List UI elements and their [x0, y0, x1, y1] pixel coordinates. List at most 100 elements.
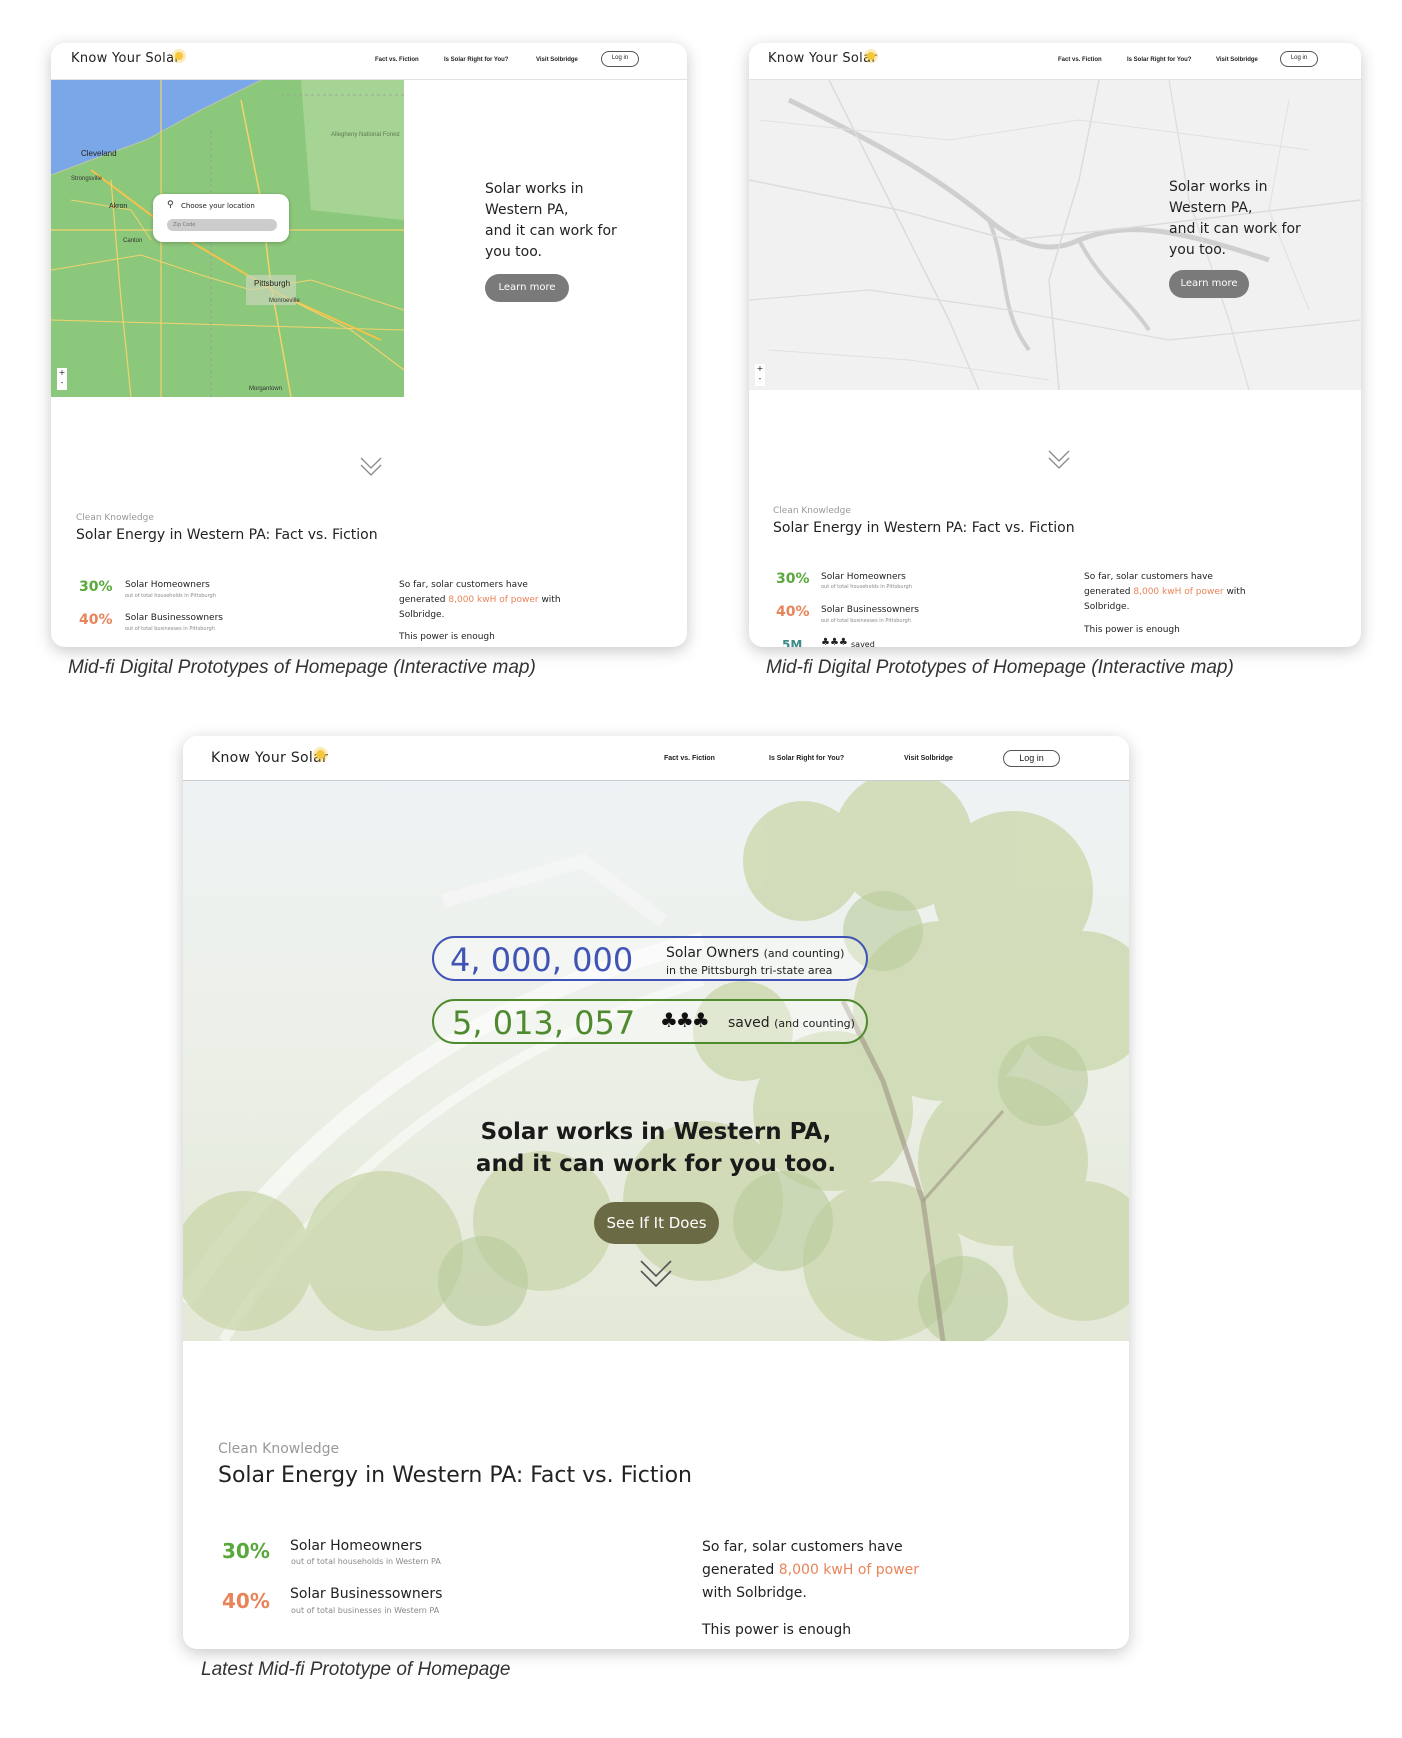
learn-more-button[interactable]: Learn more [485, 274, 569, 302]
solar-owners-label-text: Solar Owners [666, 945, 760, 961]
stat-business-pct: 40% [79, 612, 113, 628]
tree-icons: ♣♣♣ [660, 1008, 710, 1032]
stat-business-sub: out of total businesses in Pittsburgh [125, 626, 215, 632]
stat-homeowners-label: Solar Homeowners [821, 572, 906, 582]
generated-power-text: So far, solar customers have generated 8… [399, 578, 569, 623]
stat-business-sub: out of total businesses in Pittsburgh [821, 618, 911, 624]
nav-fact-fiction[interactable]: Fact vs. Fiction [664, 755, 715, 762]
nav-fact-fiction[interactable]: Fact vs. Fiction [375, 57, 419, 63]
power-enough-text: This power is enough [1084, 625, 1180, 635]
map-label-monroeville: Monroeville [269, 298, 300, 304]
hero-background-image [183, 781, 1129, 1341]
map-label-strongsville: Strongsville [71, 176, 103, 182]
interactive-map[interactable]: Cleveland Strongsville Akron Canton Pitt… [51, 80, 404, 397]
map-label-pittsburgh: Pittsburgh [254, 279, 290, 288]
para-suffix: with Solbridge. [702, 1585, 807, 1601]
location-card[interactable]: ⚲ Choose your location Zip Code [153, 194, 289, 242]
prototype-1-card: Know Your Solar Fact vs. Fiction Is Sola… [51, 43, 687, 647]
tree-photo-graphic [183, 781, 1129, 1341]
sun-icon [867, 52, 875, 60]
trees-saved-label: saved (and counting) [728, 1015, 855, 1031]
solar-owners-counter: 4, 000, 000 Solar Owners (and counting) … [432, 936, 868, 981]
zoom-control[interactable]: + - [57, 368, 67, 390]
nav-solar-right[interactable]: Is Solar Right for You? [769, 755, 844, 762]
stat-trees-label: saved [851, 640, 875, 647]
login-button[interactable]: Log in [1280, 51, 1318, 67]
nav-visit-solbridge[interactable]: Visit Solbridge [1216, 57, 1258, 63]
brand-logo[interactable]: Know Your Solar [71, 51, 180, 66]
see-if-it-does-button[interactable]: See If It Does [594, 1202, 719, 1244]
zoom-out-button[interactable]: - [755, 374, 765, 384]
header: Know Your Solar Fact vs. Fiction Is Sola… [749, 43, 1361, 80]
brand-logo[interactable]: Know Your Solar [211, 750, 328, 766]
nav-solar-right[interactable]: Is Solar Right for You? [444, 57, 508, 63]
hero-line-1: Solar works in Western PA, [480, 1119, 832, 1145]
stat-homeowners-label: Solar Homeowners [125, 580, 210, 590]
map-label-morgantown: Morgantown [249, 386, 282, 392]
stat-business-label: Solar Businessowners [290, 1586, 443, 1602]
para-highlight: 8,000 kwH of power [448, 595, 539, 605]
hero-line-2: and it can work for you too. [475, 1151, 837, 1177]
brand-logo[interactable]: Know Your Solar [768, 51, 877, 66]
stat-homeowners-sub: out of total households in Pittsburgh [821, 584, 912, 590]
map-label-cleveland: Cleveland [81, 149, 117, 158]
stat-business-label: Solar Businessowners [821, 605, 919, 615]
stat-business-pct: 40% [222, 1589, 270, 1613]
section-kicker: Clean Knowledge [773, 506, 851, 516]
zoom-in-button[interactable]: + [755, 364, 765, 374]
zip-input[interactable]: Zip Code [167, 219, 277, 231]
stat-trees-pct: 5M [782, 638, 803, 647]
learn-more-button[interactable]: Learn more [1169, 270, 1249, 298]
zoom-in-button[interactable]: + [57, 368, 67, 378]
power-enough-text: This power is enough [399, 632, 495, 642]
login-button[interactable]: Log in [601, 51, 639, 67]
stat-homeowners-sub: out of total households in Western PA [291, 1557, 441, 1566]
stat-business-label: Solar Businessowners [125, 613, 223, 623]
generated-power-text: So far, solar customers have generated 8… [1084, 570, 1254, 615]
section-title: Solar Energy in Western PA: Fact vs. Fic… [218, 1463, 692, 1488]
zoom-control[interactable]: + - [755, 364, 765, 386]
section-kicker: Clean Knowledge [76, 513, 154, 523]
nav-visit-solbridge[interactable]: Visit Solbridge [904, 755, 953, 762]
stat-business-pct: 40% [776, 604, 810, 620]
hero-text: Solar works in Western PA, and it can wo… [485, 181, 617, 260]
zoom-out-button[interactable]: - [57, 378, 67, 388]
caption-proto-1: Mid-fi Digital Prototypes of Homepage (I… [68, 657, 536, 678]
header: Know Your Solar Fact vs. Fiction Is Sola… [183, 736, 1129, 781]
para-highlight: 8,000 kwH of power [778, 1562, 920, 1578]
nav-solar-right[interactable]: Is Solar Right for You? [1127, 57, 1191, 63]
nav-fact-fiction[interactable]: Fact vs. Fiction [1058, 57, 1102, 63]
map-label-allegheny: Allegheny National Forest [331, 132, 400, 138]
stat-homeowners-pct: 30% [79, 579, 113, 595]
trees-saved-value: 5, 013, 057 [452, 1004, 636, 1042]
scroll-down-chevron-icon[interactable] [1047, 449, 1071, 471]
hero-headline: Solar works in Western PA, and it can wo… [183, 1116, 1129, 1180]
trees-saved-label-text: saved [728, 1015, 770, 1031]
section-title: Solar Energy in Western PA: Fact vs. Fic… [76, 527, 378, 543]
section-title: Solar Energy in Western PA: Fact vs. Fic… [773, 520, 1075, 536]
solar-owners-sub: in the Pittsburgh tri-state area [666, 964, 833, 977]
trees-saved-counter: 5, 013, 057 ♣♣♣ saved (and counting) [432, 999, 868, 1044]
location-pin-icon: ⚲ [167, 200, 174, 210]
solar-owners-label: Solar Owners (and counting) [666, 945, 844, 961]
stat-homeowners-sub: out of total households in Pittsburgh [125, 593, 216, 599]
hero-text: Solar works in Western PA, and it can wo… [1169, 179, 1301, 258]
scroll-down-chevron-icon[interactable] [359, 456, 383, 478]
sun-icon [175, 52, 183, 60]
trees-saved-label-paren: (and counting) [774, 1017, 855, 1030]
nav-visit-solbridge[interactable]: Visit Solbridge [536, 57, 578, 63]
stat-business-sub: out of total businesses in Western PA [291, 1606, 440, 1615]
header: Know Your Solar Fact vs. Fiction Is Sola… [51, 43, 687, 80]
stat-homeowners-pct: 30% [776, 571, 810, 587]
solar-owners-value: 4, 000, 000 [450, 941, 634, 979]
map-label-akron: Akron [109, 203, 127, 210]
prototype-3-card: Know Your Solar Fact vs. Fiction Is Sola… [183, 736, 1129, 1649]
login-button[interactable]: Log in [1003, 750, 1060, 767]
section-kicker: Clean Knowledge [218, 1441, 340, 1457]
scroll-down-chevron-icon[interactable] [639, 1259, 673, 1289]
generated-power-text: So far, solar customers have generated 8… [702, 1536, 942, 1605]
para-highlight: 8,000 kwH of power [1133, 587, 1224, 597]
map-label-canton: Canton [123, 238, 142, 244]
stat-homeowners-pct: 30% [222, 1539, 270, 1563]
stat-trees-icons: ♣♣♣ [821, 637, 848, 647]
